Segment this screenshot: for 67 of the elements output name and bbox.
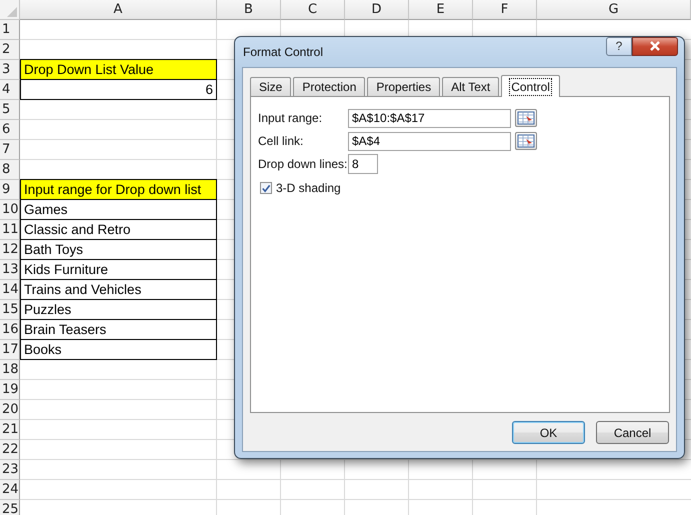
cell: Trains and Vehicles [20, 280, 217, 300]
input-field[interactable]: 8 [348, 154, 378, 174]
column-header[interactable]: F [473, 0, 537, 20]
checkbox[interactable] [260, 182, 272, 194]
column-header[interactable]: E [409, 0, 473, 20]
input-field[interactable]: $A$4 [348, 132, 511, 150]
dialog-button[interactable]: Cancel [596, 421, 669, 444]
column-header[interactable]: D [345, 0, 409, 20]
collapse-dialog-icon [517, 134, 535, 148]
row-header[interactable]: 1 [0, 20, 20, 40]
tab[interactable]: Protection [293, 77, 366, 96]
close-button[interactable] [632, 36, 678, 56]
tab[interactable]: Properties [367, 77, 440, 96]
close-icon [649, 41, 661, 51]
row-header[interactable]: 17 [0, 340, 20, 360]
input-field[interactable]: $A$10:$A$17 [348, 108, 511, 128]
cell: 6 [20, 80, 217, 100]
corner-triangle-icon [7, 7, 17, 17]
column-header[interactable]: G [537, 0, 691, 20]
field-label: Input range: [258, 111, 324, 125]
collapse-dialog-icon [517, 111, 535, 125]
range-picker-button[interactable] [515, 109, 537, 127]
row-header[interactable]: 13 [0, 260, 20, 280]
cell: Input range for Drop down list [20, 179, 217, 200]
window-title: Format Control [243, 45, 324, 59]
cell: Classic and Retro [20, 220, 217, 240]
cell: Games [20, 200, 217, 220]
row-header[interactable]: 21 [0, 420, 20, 440]
column-header[interactable]: B [217, 0, 281, 20]
row-header[interactable]: 12 [0, 240, 20, 260]
row-header[interactable]: 15 [0, 300, 20, 320]
row-header[interactable]: 25 [0, 500, 20, 515]
cell: Bath Toys [20, 240, 217, 260]
row-header[interactable]: 6 [0, 120, 20, 140]
column-header[interactable]: C [281, 0, 345, 20]
row-header[interactable]: 10 [0, 200, 20, 220]
row-header[interactable]: 24 [0, 480, 20, 500]
tab[interactable]: Alt Text [442, 77, 500, 96]
row-header[interactable]: 3 [0, 60, 20, 80]
row-header[interactable]: 19 [0, 380, 20, 400]
field-label: Drop down lines: [258, 157, 348, 171]
row-header[interactable]: 7 [0, 140, 20, 160]
cell: Drop Down List Value [20, 59, 217, 80]
row-header[interactable]: 14 [0, 280, 20, 300]
row-header[interactable]: 5 [0, 100, 20, 120]
row-header[interactable]: 16 [0, 320, 20, 340]
row-header[interactable]: 2 [0, 40, 20, 60]
row-header[interactable]: 22 [0, 440, 20, 460]
row-header[interactable]: 9 [0, 180, 20, 200]
row-header[interactable]: 11 [0, 220, 20, 240]
column-header[interactable]: A [20, 0, 217, 20]
checkbox-label: 3-D shading [276, 181, 341, 195]
range-picker-button[interactable] [515, 132, 537, 150]
tab[interactable]: Control [501, 75, 560, 97]
cell: Books [20, 340, 217, 360]
row-header[interactable]: 4 [0, 80, 20, 100]
dialog-button[interactable]: OK [512, 421, 585, 444]
row-header[interactable]: 18 [0, 360, 20, 380]
help-button[interactable]: ? [606, 36, 632, 56]
field-label: Cell link: [258, 134, 304, 148]
cell: Brain Teasers [20, 320, 217, 340]
row-header[interactable]: 8 [0, 160, 20, 180]
cell: Puzzles [20, 300, 217, 320]
row-header[interactable]: 23 [0, 460, 20, 480]
tab[interactable]: Size [250, 77, 292, 96]
cell: Kids Furniture [20, 260, 217, 280]
row-header[interactable]: 20 [0, 400, 20, 420]
